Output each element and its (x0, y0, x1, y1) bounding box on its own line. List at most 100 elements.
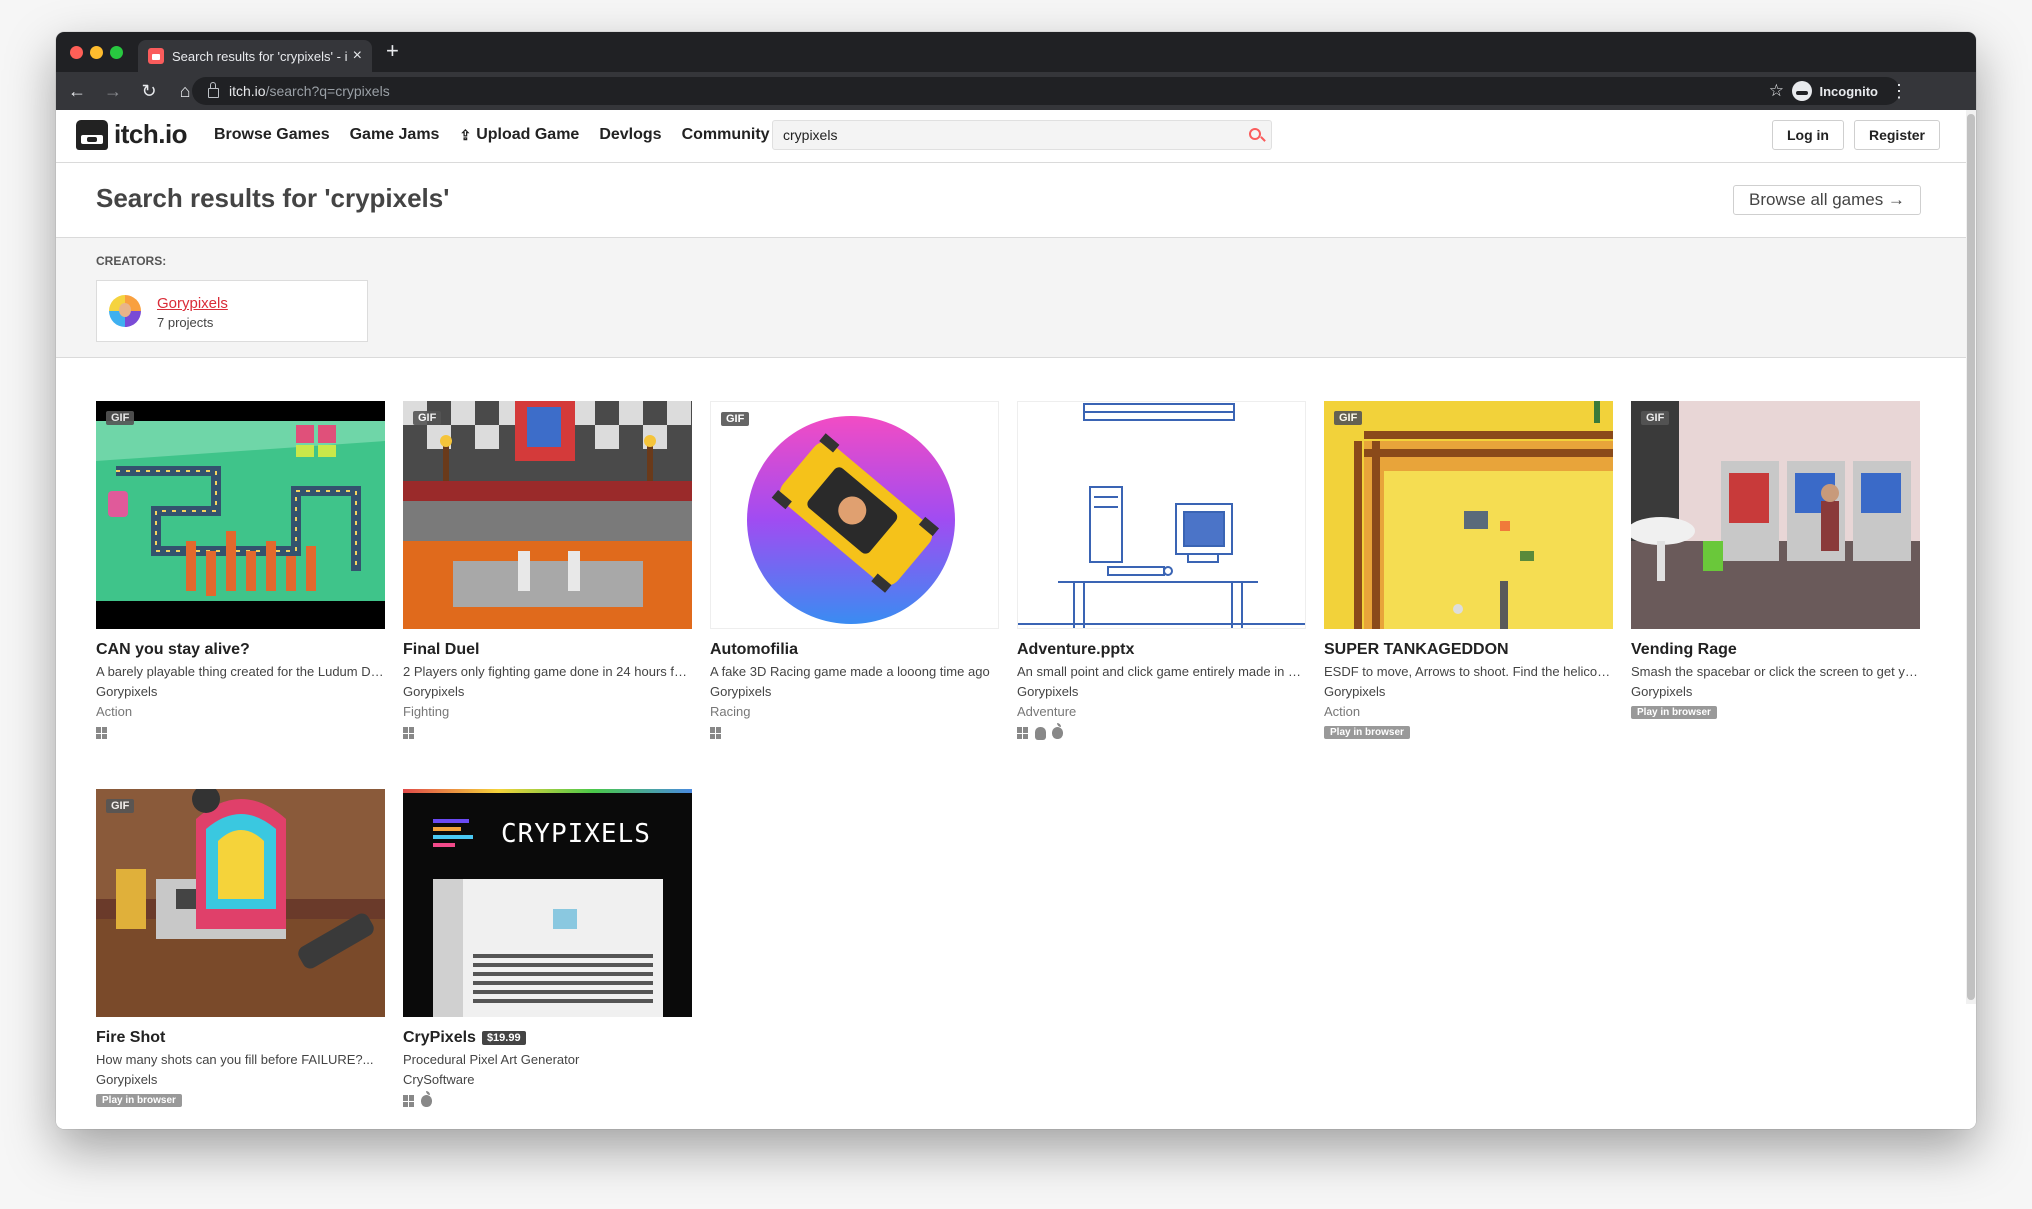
windows-icon (403, 727, 415, 739)
game-title[interactable]: Vending Rage (1631, 641, 1920, 659)
address-bar[interactable]: itch.io/search?q=crypixels ☆ Incognito ⋮ (192, 77, 1908, 105)
page-title: Search results for 'crypixels' (96, 183, 450, 213)
game-author-link[interactable]: Gorypixels (1017, 684, 1306, 699)
nav-browse-games[interactable]: Browse Games (214, 126, 330, 144)
game-genre: Action (1324, 704, 1361, 719)
game-title[interactable]: CryPixels $19.99 (403, 1029, 692, 1047)
creators-section: CREATORS: Gorypixels 7 projects (56, 238, 1976, 358)
game-author-link[interactable]: Gorypixels (96, 684, 385, 699)
game-genre: Adventure (1017, 704, 1077, 719)
site-header: itch.io Browse Games Game Jams ⇪ Upload … (56, 110, 1976, 163)
platform-list (403, 726, 692, 740)
game-thumbnail[interactable]: GIF (1324, 401, 1613, 629)
game-cover-image (96, 401, 385, 629)
creator-card[interactable]: Gorypixels 7 projects (96, 280, 368, 342)
search-icon[interactable] (1249, 128, 1261, 140)
windows-icon (96, 727, 108, 739)
nav-devlogs[interactable]: Devlogs (599, 126, 661, 144)
game-thumbnail[interactable]: GIF (710, 401, 999, 629)
apple-icon (1052, 723, 1063, 739)
game-title[interactable]: Adventure.pptx (1017, 641, 1306, 659)
browser-window: Search results for 'crypixels' - itch.io… (56, 32, 1976, 1129)
creators-label: CREATORS: (96, 254, 167, 268)
creator-name-link[interactable]: Gorypixels (157, 295, 228, 312)
game-author-link[interactable]: Gorypixels (1324, 684, 1613, 699)
game-author-link[interactable]: CrySoftware (403, 1072, 692, 1087)
game-thumbnail[interactable]: GIF (96, 789, 385, 1017)
incognito-label: Incognito (1819, 83, 1879, 99)
game-title[interactable]: CAN you stay alive? (96, 641, 385, 659)
game-description: Smash the spacebar or click the screen t… (1631, 664, 1920, 679)
game-title-text: Final Duel (403, 641, 480, 658)
back-arrow-icon[interactable]: ← (62, 81, 92, 102)
gif-badge: GIF (413, 411, 442, 425)
incognito-icon (1791, 81, 1812, 101)
browse-all-games-button[interactable]: Browse all games → (1733, 185, 1921, 215)
gif-badge: GIF (1334, 411, 1363, 425)
forward-arrow-icon[interactable]: → (98, 81, 128, 102)
game-title-text: CAN you stay alive? (96, 641, 250, 658)
linux-icon (1035, 726, 1046, 740)
browser-tab[interactable]: Search results for 'crypixels' - itch.io… (138, 40, 372, 72)
incognito-profile[interactable]: Incognito (1791, 81, 1879, 101)
game-author-link[interactable]: Gorypixels (403, 684, 692, 699)
game-card: GIF Vending Rage Smash the spacebar or c… (1631, 401, 1920, 720)
site-search (772, 120, 1272, 150)
game-cover-image (1018, 402, 1305, 628)
game-title[interactable]: Final Duel (403, 641, 692, 659)
main-nav: Browse Games Game Jams ⇪ Upload Game Dev… (214, 126, 770, 144)
scrollbar-thumb[interactable] (1967, 114, 1975, 1000)
game-thumbnail[interactable]: CRYPIXELS (403, 789, 692, 1017)
game-author-link[interactable]: Gorypixels (710, 684, 999, 699)
game-title[interactable]: Fire Shot (96, 1029, 385, 1047)
game-genre: Racing (710, 704, 751, 719)
close-window-button[interactable] (70, 46, 83, 59)
crypixels-logo-text: CRYPIXELS (501, 819, 651, 849)
game-title[interactable]: SUPER TANKAGEDDON (1324, 641, 1613, 659)
gif-badge: GIF (106, 799, 135, 813)
nav-upload-game[interactable]: ⇪ Upload Game (459, 126, 579, 144)
logo-text: itch.io (114, 119, 188, 149)
game-author-link[interactable]: Gorypixels (96, 1072, 385, 1087)
game-title-text: SUPER TANKAGEDDON (1324, 641, 1509, 658)
search-input[interactable] (783, 127, 1223, 143)
game-card: CRYPIXELS CryPixels $19.99 Procedural Pi… (403, 789, 692, 1108)
bookmark-star-icon[interactable]: ☆ (1769, 81, 1784, 101)
avatar[interactable] (109, 295, 141, 327)
game-title-text: Vending Rage (1631, 641, 1737, 658)
register-button[interactable]: Register (1854, 120, 1940, 150)
nav-upload-game-label: Upload Game (476, 126, 580, 143)
game-description: 2 Players only fighting game done in 24 … (403, 664, 692, 679)
game-author-link[interactable]: Gorypixels (1631, 684, 1920, 699)
game-description: Procedural Pixel Art Generator (403, 1052, 580, 1067)
new-tab-button[interactable]: + (386, 38, 399, 64)
nav-community[interactable]: Community (682, 126, 770, 144)
gif-badge: GIF (1641, 411, 1670, 425)
lock-icon (208, 82, 219, 98)
itchio-favicon-icon (148, 48, 164, 64)
nav-game-jams[interactable]: Game Jams (350, 126, 440, 144)
minimize-window-button[interactable] (90, 46, 103, 59)
game-thumbnail[interactable]: GIF (403, 401, 692, 629)
game-description: How many shots can you fill before FAILU… (96, 1052, 374, 1067)
apple-icon (421, 1091, 432, 1107)
maximize-window-button[interactable] (110, 46, 123, 59)
login-button[interactable]: Log in (1772, 120, 1844, 150)
url-path: /search?q=crypixels (265, 83, 390, 99)
game-cover-image (1324, 401, 1613, 629)
reload-icon[interactable]: ↻ (134, 81, 164, 102)
game-title[interactable]: Automofilia (710, 641, 999, 659)
game-thumbnail[interactable] (1017, 401, 1306, 629)
game-genre: Action (96, 704, 133, 719)
itchio-logo[interactable]: itch.io (76, 119, 188, 150)
browser-menu-icon[interactable]: ⋮ (1890, 81, 1908, 102)
game-thumbnail[interactable]: GIF (96, 401, 385, 629)
play-in-browser-badge: Play in browser (1631, 706, 1717, 719)
game-card: GIF Final Duel 2 Players only fighting g… (403, 401, 692, 740)
itchio-logo-icon (76, 119, 108, 150)
page-content: itch.io Browse Games Game Jams ⇪ Upload … (56, 110, 1976, 1129)
game-cover-image (711, 402, 998, 628)
tab-close-icon[interactable]: × (353, 47, 362, 65)
page-scrollbar[interactable] (1966, 110, 1976, 1004)
game-thumbnail[interactable]: GIF (1631, 401, 1920, 629)
